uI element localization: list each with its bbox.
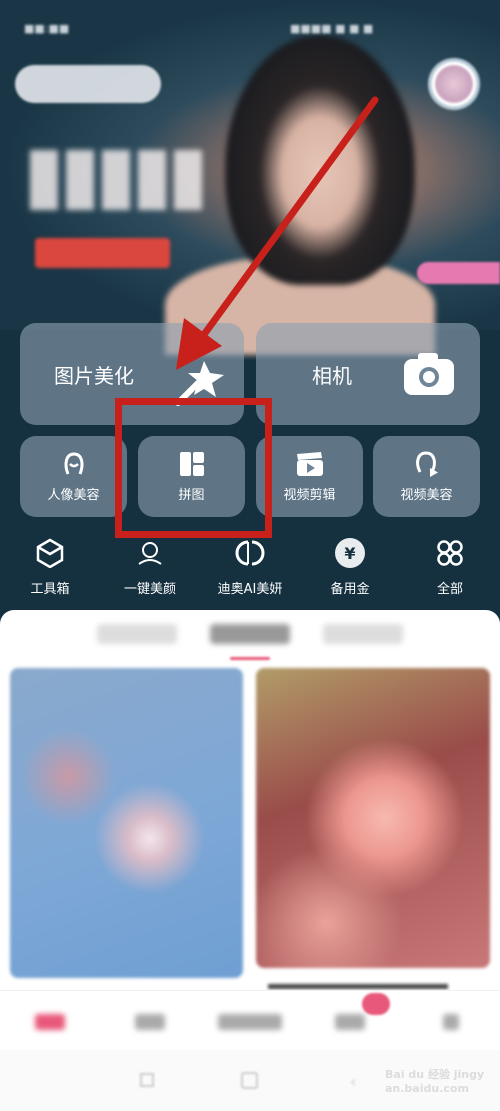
- baidu-watermark: Bai du 经验 jingyan.baidu.com: [385, 1068, 485, 1095]
- annotation-arrow: [176, 96, 379, 370]
- nav-home[interactable]: [35, 1014, 65, 1030]
- home-icon[interactable]: [241, 1072, 258, 1089]
- active-tab-indicator: [230, 657, 270, 660]
- tab-1[interactable]: [97, 624, 177, 644]
- menu-icon[interactable]: [140, 1073, 154, 1087]
- feed-image-cherry-blossom[interactable]: [10, 668, 243, 978]
- nav-2[interactable]: [135, 1014, 165, 1030]
- tab-3[interactable]: [323, 624, 403, 644]
- nav-4[interactable]: [335, 1014, 365, 1030]
- back-icon[interactable]: ‹: [350, 1072, 356, 1091]
- notification-badge: [362, 993, 390, 1015]
- feed-image-roses[interactable]: [256, 668, 490, 968]
- nav-me[interactable]: [443, 1014, 459, 1030]
- nav-3[interactable]: [218, 1014, 282, 1030]
- tab-2-active[interactable]: [210, 624, 290, 644]
- feed-caption: [268, 984, 448, 989]
